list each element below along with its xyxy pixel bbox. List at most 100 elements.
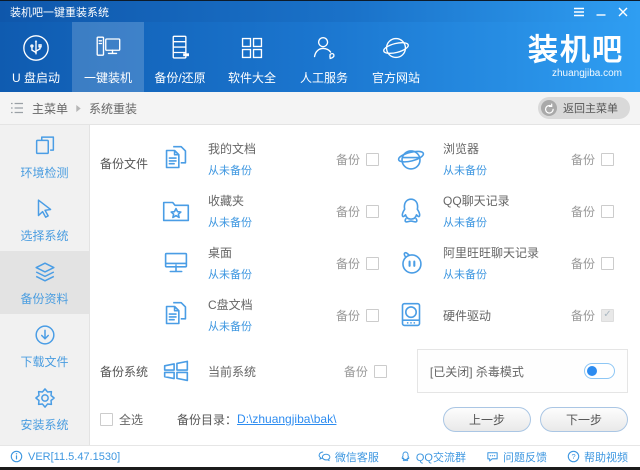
documents-icon — [158, 141, 194, 177]
version-text: VER[11.5.47.1530] — [28, 450, 121, 463]
window-title: 装机吧一键重装系统 — [10, 6, 109, 19]
sidebar-item-download-files[interactable]: 下载文件 — [0, 314, 89, 377]
select-all-label: 全选 — [119, 412, 144, 427]
usb-icon — [18, 29, 54, 67]
backup-files-label: 备份文件 — [100, 157, 149, 171]
globe-icon — [378, 29, 414, 67]
close-button[interactable] — [614, 3, 632, 21]
nav-items: U 盘启动 一键装机 备份/还原 软件大全 人工服务 官方网站 — [0, 22, 432, 92]
qq-icon — [393, 193, 429, 229]
footer-link-feedback[interactable]: 问题反馈 — [486, 449, 547, 465]
main-panel: 备份文件 我的文档 从未备份 备份 浏览器 从未备份 备份 收藏夹 从未备份 备份 QQ聊天记录从… — [90, 125, 640, 445]
back-arrow-icon — [541, 100, 557, 116]
backup-item: 浏览器 从未备份 备份 — [393, 133, 628, 185]
nav-item-human-service[interactable]: 人工服务 — [288, 22, 360, 92]
backup-status: 从未备份 — [208, 165, 252, 177]
backup-item: 我的文档 从未备份 备份 — [158, 133, 393, 185]
grid-icon — [234, 29, 270, 67]
server-icon — [162, 29, 198, 67]
titlebar: 装机吧一键重装系统 — [0, 1, 640, 22]
content: 环境检测 选择系统 备份资料 下载文件 安装系统 备份文件 我的文档 从未备份 备份 浏览器从… — [0, 125, 640, 445]
windows-icon — [158, 353, 194, 389]
monitor-icon — [158, 245, 194, 281]
wangwang-icon — [393, 245, 429, 281]
backup-dir-link[interactable]: D:\zhuangjiba\bak\ — [237, 412, 336, 426]
backup-checkbox[interactable] — [601, 308, 614, 322]
backup-item: 硬件驱动 备份 — [393, 289, 628, 341]
antivirus-mode-toggle[interactable] — [584, 363, 615, 379]
backup-item: QQ聊天记录 从未备份 备份 — [393, 185, 628, 237]
nav-item-software-collection[interactable]: 软件大全 — [216, 22, 288, 92]
sidebar-item-env-check[interactable]: 环境检测 — [0, 125, 89, 188]
qq-small-icon — [399, 450, 416, 463]
logo-domain: zhuangjiba.com — [551, 68, 622, 79]
top-nav: U 盘启动 一键装机 备份/还原 软件大全 人工服务 官方网站 装机吧 zhuangjib… — [0, 22, 640, 92]
backup-checkbox[interactable] — [601, 256, 614, 270]
next-step-button[interactable]: 下一步 — [540, 406, 628, 432]
footer: VER[11.5.47.1530] 微信客服 QQ交流群 问题反馈 ? 帮助视频 — [0, 445, 640, 467]
current-system-label: 当前系统 — [208, 364, 257, 379]
backup-item: C盘文档 从未备份 备份 — [158, 289, 393, 341]
breadcrumb-root[interactable]: 主菜单 — [32, 100, 68, 117]
nav-item-usb-boot[interactable]: U 盘启动 — [0, 22, 72, 92]
backup-files-grid: 我的文档 从未备份 备份 浏览器 从未备份 备份 收藏夹 从未备份 备份 QQ聊天记录 从未备份 备份… — [158, 133, 628, 341]
backup-dir-group: 备份目录： D:\zhuangjiba\bak\ — [177, 411, 336, 428]
select-all: 全选 — [100, 411, 143, 428]
backup-status: 从未备份 — [208, 269, 252, 281]
antivirus-mode-box: [已关闭] 杀毒模式 — [416, 349, 628, 393]
backup-checkbox[interactable] — [366, 256, 379, 270]
backup-status: 从未备份 — [208, 321, 252, 333]
footer-link-wechat-service[interactable]: 微信客服 — [318, 449, 379, 465]
backup-status: 从未备份 — [208, 217, 252, 229]
version-group: VER[11.5.47.1530] — [10, 450, 120, 463]
breadcrumb-current: 系统重装 — [89, 101, 138, 116]
footer-link-qq-group[interactable]: QQ交流群 — [399, 449, 466, 465]
sidebar-item-select-system[interactable]: 选择系统 — [0, 188, 89, 251]
backup-checkbox[interactable] — [601, 152, 614, 166]
bottom-bar: 全选 备份目录： D:\zhuangjiba\bak\ 上一步 下一步 — [100, 402, 628, 436]
logo-text: 装机吧 — [528, 34, 624, 67]
prev-step-button[interactable]: 上一步 — [443, 406, 531, 432]
footer-link-help-video[interactable]: ? 帮助视频 — [567, 449, 628, 465]
backup-files-section: 备份文件 我的文档 从未备份 备份 浏览器 从未备份 备份 收藏夹 从未备份 备份 QQ聊天记录从… — [100, 133, 628, 341]
back-to-main-menu-button[interactable]: 返回主菜单 — [538, 97, 630, 119]
backup-item: 桌面 从未备份 备份 — [158, 237, 393, 289]
nav-item-one-key-install[interactable]: 一键装机 — [72, 22, 144, 92]
backup-checkbox[interactable] — [366, 308, 379, 322]
backup-item: 收藏夹 从未备份 备份 — [158, 185, 393, 237]
backup-system-label: 备份系统 — [100, 364, 149, 379]
svg-text:?: ? — [571, 452, 575, 461]
sidebar: 环境检测 选择系统 备份资料 下载文件 安装系统 — [0, 125, 90, 445]
drive-icon — [393, 297, 429, 333]
nav-item-backup-restore[interactable]: 备份/还原 — [144, 22, 216, 92]
brand-logo: 装机吧 zhuangjiba.com — [528, 22, 640, 92]
breadcrumb-bar: 主菜单 系统重装 返回主菜单 — [0, 92, 640, 125]
backup-checkbox[interactable] — [601, 204, 614, 218]
backup-item: 阿里旺旺聊天记录 从未备份 备份 — [393, 237, 628, 289]
cursor-icon — [32, 196, 58, 222]
frames-icon — [32, 133, 58, 159]
select-all-checkbox[interactable] — [100, 412, 113, 426]
titlebar-controls — [566, 3, 632, 21]
nav-item-official-website[interactable]: 官方网站 — [360, 22, 432, 92]
backup-status: 从未备份 — [443, 269, 487, 281]
person-icon — [306, 29, 342, 67]
layers-icon — [32, 259, 58, 285]
feedback-icon — [486, 450, 503, 463]
wechat-icon — [318, 450, 335, 463]
sidebar-item-backup-data[interactable]: 备份资料 — [0, 251, 89, 314]
backup-dir-label: 备份目录： — [177, 412, 238, 427]
current-system-item: 当前系统 备份 — [158, 353, 401, 389]
info-icon — [10, 450, 28, 463]
folder-star-icon — [158, 193, 194, 229]
backup-checkbox[interactable] — [366, 204, 379, 218]
sidebar-item-install-system[interactable]: 安装系统 — [0, 377, 89, 440]
backup-system-section: 备份系统 当前系统 备份 [已关闭] 杀毒模式 — [100, 343, 628, 399]
backup-status: 从未备份 — [443, 217, 487, 229]
menu-button[interactable] — [570, 3, 588, 21]
minimize-button[interactable] — [592, 3, 610, 21]
backup-checkbox[interactable] — [366, 152, 379, 166]
current-system-backup-checkbox[interactable] — [373, 364, 387, 378]
gear-icon — [32, 385, 58, 411]
antivirus-mode-label: [已关闭] 杀毒模式 — [429, 364, 524, 379]
